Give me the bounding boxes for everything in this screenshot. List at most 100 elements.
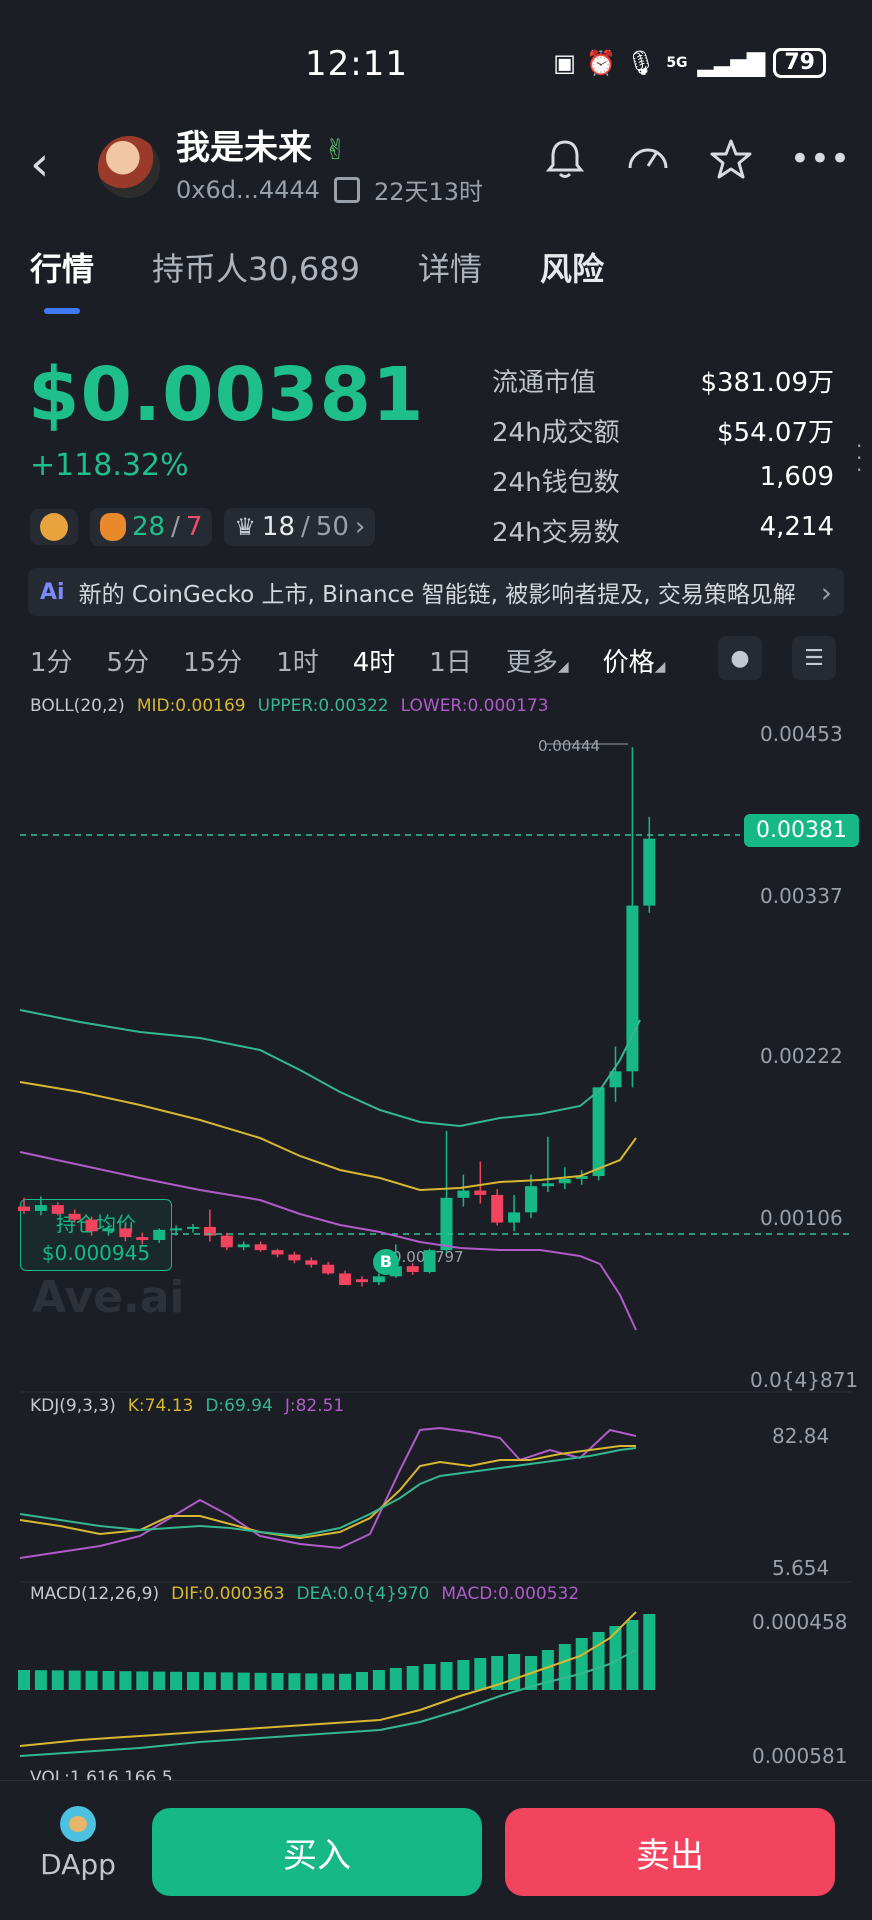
candle-body <box>643 838 656 906</box>
kdj-j: J:82.51 <box>284 1396 345 1416</box>
candle-body <box>187 1226 199 1229</box>
more-icon[interactable]: ••• <box>790 136 850 193</box>
macd-bar <box>85 1670 98 1690</box>
stat-label: 流通市值 <box>492 368 597 398</box>
macd-bar <box>356 1672 368 1690</box>
candle-body <box>322 1264 335 1274</box>
boll-mid: MID:0.00169 <box>136 696 246 716</box>
tab-risk[interactable]: 风险 <box>540 244 604 290</box>
tf-1d[interactable]: 1日 <box>429 642 472 679</box>
current-price: $0.00381 <box>28 352 425 438</box>
stat-label: 24h成交额 <box>492 418 620 448</box>
top-holders-badge[interactable]: ♛ 18/50 › <box>224 508 376 546</box>
tf-more-label: 更多 <box>505 648 558 678</box>
macd-bar <box>34 1670 47 1690</box>
side-kebab-icon[interactable]: · · · <box>856 436 862 480</box>
kdj-k: K:74.13 <box>127 1396 194 1416</box>
tf-4h[interactable]: 4时 <box>353 642 396 679</box>
indicator-dots-icon[interactable]: ● <box>718 636 762 680</box>
sell-button[interactable]: 卖出 <box>505 1808 835 1896</box>
candle-body <box>68 1213 81 1220</box>
price-change: +118.32% <box>30 448 189 483</box>
macd-dif: DIF:0.000363 <box>171 1584 285 1604</box>
dropdown-caret-icon: ◢ <box>654 659 666 675</box>
stat-row: 流通市值 $381.09万 <box>492 362 834 412</box>
moneybag-icon <box>100 513 126 541</box>
kdj-k-line <box>19 1447 637 1538</box>
news-text: 新的 CoinGecko 上市, Binance 智能链, 被影响者提及, 交易… <box>78 582 796 608</box>
token-badges: 28/7 ♛ 18/50 › <box>30 508 376 546</box>
moneybag-count-b: 7 <box>185 512 203 542</box>
candle-body <box>474 1190 487 1195</box>
tf-15m[interactable]: 15分 <box>183 642 242 679</box>
token-age: 22天13时 <box>373 178 484 206</box>
macd-bar <box>339 1673 352 1690</box>
macd-bar <box>305 1673 318 1690</box>
macd-bar <box>18 1670 30 1690</box>
macd-name: MACD(12,26,9) <box>30 1584 160 1604</box>
buy-button[interactable]: 买入 <box>152 1808 482 1896</box>
tab-details[interactable]: 详情 <box>418 244 482 290</box>
kdj-d: D:69.94 <box>205 1396 273 1416</box>
candle-body <box>508 1212 521 1223</box>
macd-bar <box>220 1672 233 1690</box>
candle-body <box>119 1228 132 1238</box>
macd-bar <box>102 1671 115 1690</box>
macd-bar <box>406 1666 419 1690</box>
macd-bar <box>643 1614 656 1690</box>
token-title: 我是未来 ✌ <box>176 120 347 169</box>
coins-badge[interactable] <box>30 509 78 545</box>
bell-icon[interactable] <box>542 136 588 193</box>
gauge-icon[interactable] <box>624 136 672 193</box>
stat-value: 1,609 <box>759 462 834 492</box>
kdj-j-line <box>19 1426 637 1559</box>
kdj-d-line <box>19 1445 636 1540</box>
stat-value: $54.07万 <box>717 418 834 448</box>
candle-body <box>558 1178 571 1184</box>
alarm-icon: ⏰ <box>585 49 616 77</box>
token-name: 我是未来 <box>176 128 312 168</box>
moneybag-badge[interactable]: 28/7 <box>90 508 213 546</box>
candle-body <box>254 1244 267 1251</box>
tab-holders[interactable]: 持币人30,689 <box>152 244 360 290</box>
price-mode[interactable]: 价格◢ <box>603 642 666 679</box>
kdj-name: KDJ(9,3,3) <box>30 1396 116 1416</box>
macd-bar <box>187 1672 199 1690</box>
star-icon[interactable] <box>708 136 754 193</box>
tab-market[interactable]: 行情 <box>30 244 94 290</box>
header-actions: ••• <box>542 136 850 193</box>
back-arrow-icon[interactable]: ‹ <box>30 136 49 192</box>
stat-value: $381.09万 <box>700 368 834 398</box>
candlestick-chart[interactable] <box>0 720 872 1780</box>
kdj-legend: KDJ(9,3,3) K:74.13 D:69.94 J:82.51 <box>30 1396 344 1416</box>
macd-bar <box>474 1658 487 1690</box>
token-address-row: 0x6d...4444 22天13时 <box>176 172 483 207</box>
macd-axis-bottom: 0.000581 <box>752 1744 848 1768</box>
macd-bar <box>136 1671 149 1690</box>
tf-1m[interactable]: 1分 <box>30 642 73 679</box>
crown-icon: ♛ <box>234 513 256 541</box>
tf-5m[interactable]: 5分 <box>107 642 150 679</box>
chevron-right-icon: › <box>354 512 366 542</box>
candle-body <box>51 1205 64 1214</box>
tf-more[interactable]: 更多◢ <box>506 642 569 679</box>
news-banner[interactable]: Ai 新的 CoinGecko 上市, Binance 智能链, 被影响者提及,… <box>28 568 844 616</box>
boll-upper-line <box>19 1009 641 1128</box>
macd-bar <box>508 1654 521 1690</box>
top-count-b: 50 <box>315 512 349 542</box>
stat-row: 24h交易数 4,214 <box>492 512 834 562</box>
moneybag-count-a: 28 <box>132 512 166 542</box>
candle-body <box>34 1205 47 1211</box>
tf-1h[interactable]: 1时 <box>276 642 319 679</box>
dapp-button[interactable]: DApp <box>38 1806 118 1881</box>
candle-body <box>220 1235 233 1248</box>
candle-body <box>18 1206 30 1211</box>
macd-bar <box>423 1664 436 1690</box>
main-tabs: 行情 持币人30,689 详情 风险 <box>30 244 604 290</box>
copy-icon[interactable] <box>333 176 360 203</box>
chart-settings-icon[interactable]: ☰ <box>792 636 836 680</box>
macd-bar <box>119 1671 132 1690</box>
candle-body <box>491 1194 504 1223</box>
candle-body <box>592 1087 605 1177</box>
macd-bar <box>237 1672 250 1690</box>
